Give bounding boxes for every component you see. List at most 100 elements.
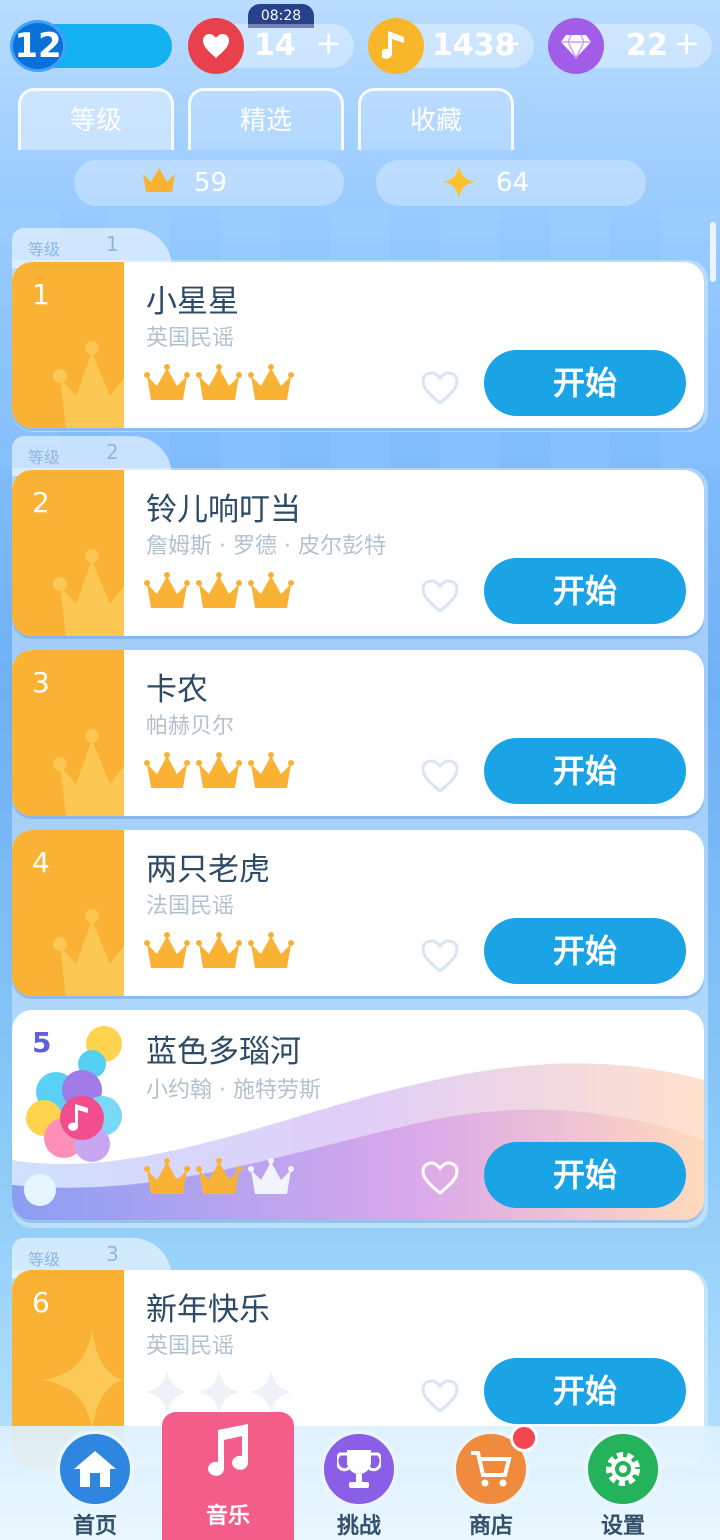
tab-favorites[interactable]: 收藏 — [358, 88, 514, 150]
song-artist: 小约翰 · 施特劳斯 — [146, 1078, 321, 1103]
notes-counter[interactable]: 1438 + — [368, 18, 534, 74]
level-badge: 12 — [10, 20, 66, 72]
tab-featured[interactable]: 精选 — [188, 88, 344, 150]
song-index-panel: 3 — [12, 650, 124, 816]
crown-gold-icon — [196, 362, 244, 408]
crown-gold-icon — [144, 1156, 192, 1202]
nav-shop[interactable]: 商店 — [436, 1424, 546, 1540]
star-count-value: 64 — [496, 168, 530, 198]
start-button[interactable]: 开始 — [484, 1142, 686, 1208]
song-card[interactable]: 3 卡农 帕赫贝尔 开始 — [12, 650, 704, 816]
nav-home[interactable]: 首页 — [40, 1426, 150, 1540]
balloons-music-icon — [24, 1026, 122, 1206]
star-empty-icon — [144, 1368, 192, 1414]
song-index: 4 — [32, 846, 50, 879]
grade-label: 等级 — [28, 240, 61, 259]
hearts-counter[interactable]: 14 + — [188, 18, 354, 74]
progress-stats: 59 64 — [74, 160, 654, 208]
start-button[interactable]: 开始 — [484, 350, 686, 416]
notification-dot — [510, 1424, 538, 1452]
song-card[interactable]: 1 小星星 英国民谣 开始 — [12, 262, 704, 428]
nav-label: 挑战 — [336, 1514, 381, 1539]
bottom-nav: 首页 音乐 挑战 商店 设置 — [0, 1412, 720, 1540]
song-card[interactable]: 4 两只老虎 法国民谣 开始 — [12, 830, 704, 996]
song-card-featured[interactable]: 5 蓝色多瑙河 小约翰 · 施特劳斯 开始 — [12, 1010, 704, 1220]
crown-gold-icon — [144, 750, 192, 796]
crown-watermark-icon — [53, 909, 124, 996]
song-rating — [144, 750, 314, 800]
song-rating — [144, 570, 314, 620]
song-index: 3 — [32, 666, 50, 699]
nav-label: 音乐 — [205, 1504, 250, 1529]
song-index-panel: 4 — [12, 830, 124, 996]
star-count: 64 — [376, 160, 646, 206]
crown-gold-icon — [248, 570, 296, 616]
sparkle-star-icon — [442, 164, 476, 208]
trophy-icon — [320, 1430, 398, 1508]
grade-number: 3 — [106, 1242, 119, 1266]
song-artist: 英国民谣 — [146, 1334, 235, 1359]
crown-gold-icon — [248, 930, 296, 976]
song-index: 2 — [32, 486, 50, 519]
song-title: 两只老虎 — [146, 852, 270, 888]
music-note-icon — [188, 1412, 266, 1490]
song-title: 小星星 — [146, 284, 239, 320]
start-button[interactable]: 开始 — [484, 1358, 686, 1424]
crown-gold-icon — [196, 930, 244, 976]
grade-label: 等级 — [28, 448, 61, 467]
song-index-panel: 2 — [12, 470, 124, 636]
crown-gold-icon — [144, 570, 192, 616]
crown-gold-icon — [196, 750, 244, 796]
song-card[interactable]: 2 铃儿响叮当 詹姆斯 · 罗德 · 皮尔彭特 开始 — [12, 470, 704, 636]
favorite-heart-icon[interactable] — [420, 938, 460, 974]
crown-empty-icon — [248, 1156, 296, 1202]
crown-gold-icon — [144, 930, 192, 976]
favorite-heart-icon[interactable] — [420, 758, 460, 794]
crown-gold-icon — [248, 362, 296, 408]
favorite-heart-icon[interactable] — [420, 1378, 460, 1414]
hearts-value: 14 — [254, 28, 296, 63]
favorite-heart-icon[interactable] — [420, 1160, 460, 1196]
song-title: 铃儿响叮当 — [146, 492, 301, 528]
player-level[interactable]: 12 — [10, 20, 172, 72]
star-empty-icon — [196, 1368, 244, 1414]
nav-label: 首页 — [72, 1514, 117, 1539]
crown-gold-icon — [144, 362, 192, 408]
nav-challenge[interactable]: 挑战 — [304, 1426, 414, 1540]
grade-number: 1 — [106, 232, 119, 256]
song-artist: 法国民谣 — [146, 894, 235, 919]
star-empty-icon — [248, 1368, 296, 1414]
gems-add-button[interactable]: + — [673, 24, 700, 62]
favorite-heart-icon[interactable] — [420, 370, 460, 406]
song-title: 新年快乐 — [146, 1292, 270, 1328]
song-index: 1 — [32, 278, 50, 311]
scrollbar[interactable] — [710, 222, 716, 282]
nav-music[interactable]: 音乐 — [162, 1412, 294, 1540]
start-button[interactable]: 开始 — [484, 918, 686, 984]
music-note-icon — [368, 18, 424, 74]
hearts-add-button[interactable]: + — [315, 24, 342, 62]
song-rating — [144, 362, 314, 412]
start-button[interactable]: 开始 — [484, 738, 686, 804]
crown-count: 59 — [74, 160, 344, 206]
grade-number: 2 — [106, 440, 119, 464]
crown-watermark-icon — [53, 549, 124, 636]
nav-settings[interactable]: 设置 — [568, 1426, 678, 1540]
song-index: 6 — [32, 1286, 50, 1319]
tab-grade[interactable]: 等级 — [18, 88, 174, 150]
favorite-heart-icon[interactable] — [420, 578, 460, 614]
heart-icon — [188, 18, 244, 74]
start-button[interactable]: 开始 — [484, 558, 686, 624]
song-rating — [144, 1156, 314, 1206]
crown-watermark-icon — [53, 341, 124, 428]
diamond-icon — [548, 18, 604, 74]
song-index-panel: 1 — [12, 262, 124, 428]
nav-label: 商店 — [468, 1514, 513, 1539]
crown-gold-icon — [248, 750, 296, 796]
song-artist: 英国民谣 — [146, 326, 235, 351]
crown-count-value: 59 — [194, 168, 228, 198]
grade-label: 等级 — [28, 1250, 61, 1269]
notes-add-button[interactable]: + — [495, 24, 522, 62]
gems-value: 22 — [626, 28, 668, 63]
gems-counter[interactable]: 22 + — [548, 18, 712, 74]
